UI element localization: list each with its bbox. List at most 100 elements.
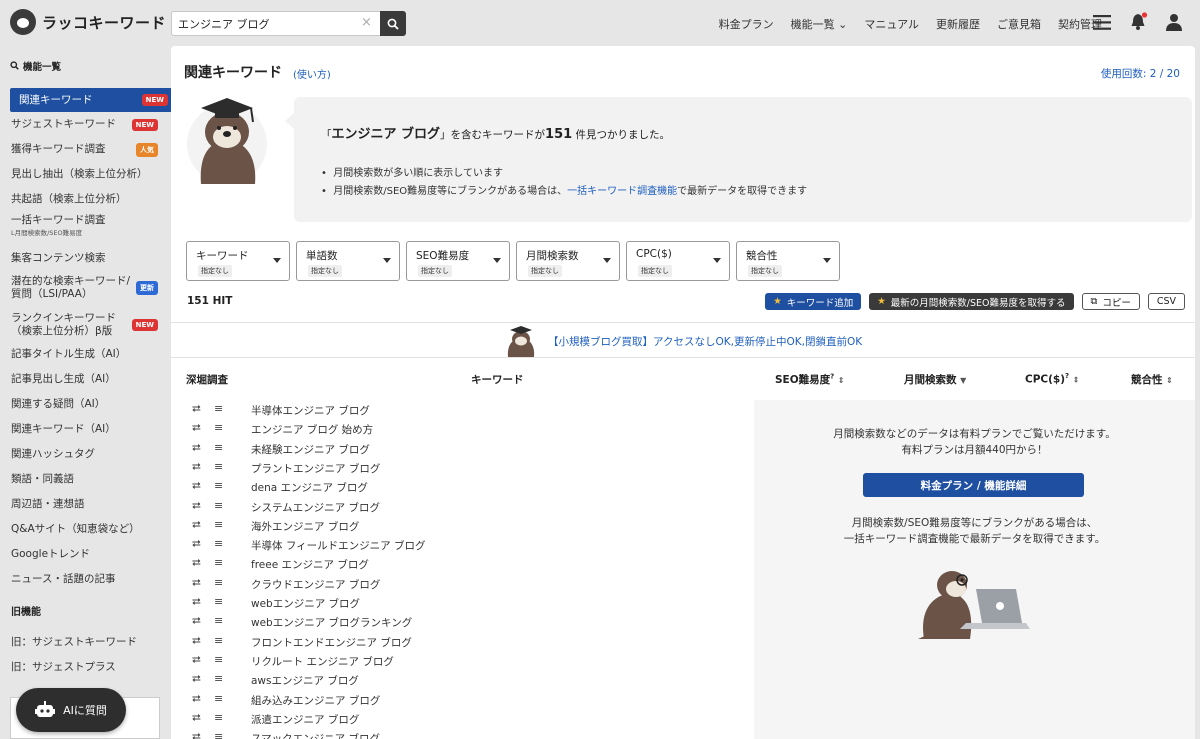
deep-dive-icon[interactable]: ⮂ [192, 537, 201, 551]
nav-changelog[interactable]: 更新履歴 [936, 16, 980, 32]
deep-dive-icon[interactable]: ⮂ [192, 692, 201, 706]
sidebar-item[interactable]: 見出し抽出（検索上位分析） [0, 162, 171, 187]
row-menu-icon[interactable]: ≡ [214, 556, 223, 569]
row-menu-icon[interactable]: ≡ [214, 614, 223, 627]
deep-dive-icon[interactable]: ⮂ [192, 479, 201, 493]
keyword-text[interactable]: webエンジニア ブログランキング [251, 615, 412, 630]
filter-competition[interactable]: 競合性 指定なし [736, 241, 840, 281]
sidebar-item[interactable]: Googleトレンド [0, 542, 171, 567]
deep-dive-icon[interactable]: ⮂ [192, 672, 201, 686]
keyword-text[interactable]: システムエンジニア ブログ [251, 500, 380, 515]
sidebar-item[interactable]: 関連ハッシュタグ [0, 442, 171, 467]
howto-link[interactable]: (使い方) [293, 66, 331, 81]
sidebar-item-old-suggest-plus[interactable]: 旧：サジェストプラス [0, 658, 116, 674]
keyword-text[interactable]: エンジニア ブログ 始め方 [251, 422, 373, 437]
nav-pricing[interactable]: 料金プラン [719, 16, 774, 32]
deep-dive-icon[interactable]: ⮂ [192, 595, 201, 609]
row-menu-icon[interactable]: ≡ [214, 479, 223, 492]
deep-dive-icon[interactable]: ⮂ [192, 711, 201, 725]
filter-cpc[interactable]: CPC($) 指定なし [626, 241, 730, 281]
filter-keyword[interactable]: キーワード 指定なし [186, 241, 290, 281]
row-menu-icon[interactable]: ≡ [214, 402, 223, 415]
keyword-text[interactable]: プラントエンジニア ブログ [251, 461, 380, 476]
sidebar-item[interactable]: 記事見出し生成（AI） [0, 367, 171, 392]
user-icon[interactable] [1165, 13, 1183, 31]
sidebar-item[interactable]: Q&Aサイト（知恵袋など） [0, 517, 171, 542]
row-menu-icon[interactable]: ≡ [214, 692, 223, 705]
keyword-text[interactable]: クラウドエンジニア ブログ [251, 577, 380, 592]
keyword-text[interactable]: リクルート エンジニア ブログ [251, 654, 394, 669]
help-icon[interactable]: ? [830, 373, 834, 381]
csv-button[interactable]: CSV [1147, 293, 1185, 310]
sidebar-item[interactable]: 記事タイトル生成（AI） [0, 342, 171, 367]
keyword-text[interactable]: awsエンジニア ブログ [251, 673, 359, 688]
filter-word-count[interactable]: 単語数 指定なし [296, 241, 400, 281]
filter-seo-difficulty[interactable]: SEO難易度 指定なし [406, 241, 510, 281]
clear-icon[interactable]: × [361, 15, 372, 30]
sidebar-item[interactable]: ランクインキーワード （検索上位分析）β版 NEW [0, 308, 171, 342]
sidebar-item[interactable]: 関連する疑問（AI） [0, 392, 171, 417]
bell-icon[interactable] [1129, 12, 1149, 32]
sidebar-item[interactable]: ニュース・話題の記事 [0, 567, 171, 592]
hamburger-menu-icon[interactable] [1093, 15, 1111, 30]
row-menu-icon[interactable]: ≡ [214, 634, 223, 647]
keyword-text[interactable]: 海外エンジニア ブログ [251, 519, 359, 534]
sidebar-item[interactable]: 獲得キーワード調査 人気 [0, 137, 171, 162]
nav-feedback[interactable]: ご意見箱 [997, 16, 1041, 32]
sidebar-item[interactable]: 一括キーワード調査 L月間検索数/SEO難易度 [0, 212, 171, 242]
deep-dive-icon[interactable]: ⮂ [192, 653, 201, 667]
row-menu-icon[interactable]: ≡ [214, 499, 223, 512]
keyword-text[interactable]: 半導体エンジニア ブログ [251, 403, 370, 418]
sidebar-item[interactable]: 関連キーワード NEW [10, 88, 171, 112]
deep-dive-icon[interactable]: ⮂ [192, 402, 201, 416]
filter-monthly-volume[interactable]: 月間検索数 指定なし [516, 241, 620, 281]
keyword-text[interactable]: スマックエンジニア ブログ [251, 731, 380, 739]
sidebar-item-old-suggest[interactable]: 旧：サジェストキーワード [0, 633, 137, 649]
fetch-latest-button[interactable]: ★ 最新の月間検索数/SEO難易度を取得する [869, 293, 1074, 310]
logo[interactable]: ラッコキーワード [10, 9, 166, 35]
keyword-text[interactable]: dena エンジニア ブログ [251, 480, 368, 495]
deep-dive-icon[interactable]: ⮂ [192, 518, 201, 532]
row-menu-icon[interactable]: ≡ [214, 730, 223, 739]
row-menu-icon[interactable]: ≡ [214, 460, 223, 473]
row-menu-icon[interactable]: ≡ [214, 711, 223, 724]
row-menu-icon[interactable]: ≡ [214, 576, 223, 589]
deep-dive-icon[interactable]: ⮂ [192, 614, 201, 628]
row-menu-icon[interactable]: ≡ [214, 653, 223, 666]
promo-banner[interactable]: 【小規模ブログ買取】アクセスなしOK,更新停止中OK,閉鎖直前OK [504, 325, 862, 357]
sidebar-item[interactable]: 関連キーワード（AI） [0, 417, 171, 442]
deep-dive-icon[interactable]: ⮂ [192, 460, 201, 474]
search-button[interactable] [380, 11, 406, 36]
copy-button[interactable]: ⧉ コピー [1081, 293, 1140, 310]
sidebar-item[interactable]: 類語・同義語 [0, 467, 171, 492]
col-competition[interactable]: 競合性 ⇕ [1131, 372, 1173, 387]
deep-dive-icon[interactable]: ⮂ [192, 421, 201, 435]
row-menu-icon[interactable]: ≡ [214, 537, 223, 550]
deep-dive-icon[interactable]: ⮂ [192, 556, 201, 570]
col-cpc[interactable]: CPC($)? ⇕ [1025, 372, 1079, 386]
sidebar-item[interactable]: 集客コンテンツ検索 [0, 246, 171, 270]
deep-dive-icon[interactable]: ⮂ [192, 730, 201, 739]
col-volume[interactable]: 月間検索数 ▼ [904, 372, 966, 387]
deep-dive-icon[interactable]: ⮂ [192, 441, 201, 455]
row-menu-icon[interactable]: ≡ [214, 518, 223, 531]
row-menu-icon[interactable]: ≡ [214, 672, 223, 685]
row-menu-icon[interactable]: ≡ [214, 441, 223, 454]
sidebar-item[interactable]: 共起語（検索上位分析） [0, 187, 171, 212]
keyword-text[interactable]: 派遣エンジニア ブログ [251, 712, 359, 727]
deep-dive-icon[interactable]: ⮂ [192, 634, 201, 648]
search-input[interactable] [171, 11, 380, 36]
keyword-text[interactable]: freee エンジニア ブログ [251, 557, 369, 572]
nav-manual[interactable]: マニュアル [864, 16, 919, 32]
sidebar-item[interactable]: サジェストキーワード NEW [0, 112, 171, 137]
deep-dive-icon[interactable]: ⮂ [192, 499, 201, 513]
deep-dive-icon[interactable]: ⮂ [192, 576, 201, 590]
keyword-text[interactable]: webエンジニア ブログ [251, 596, 360, 611]
sidebar-item[interactable]: 周辺語・連想語 [0, 492, 171, 517]
nav-features[interactable]: 機能一覧 ⌄ [791, 16, 848, 32]
col-seo[interactable]: SEO難易度? ⇕ [775, 372, 845, 387]
help-icon[interactable]: ? [1065, 372, 1069, 380]
keyword-text[interactable]: 未経験エンジニア ブログ [251, 442, 370, 457]
ai-ask-button[interactable]: AIに質問 [16, 688, 126, 732]
row-menu-icon[interactable]: ≡ [214, 421, 223, 434]
